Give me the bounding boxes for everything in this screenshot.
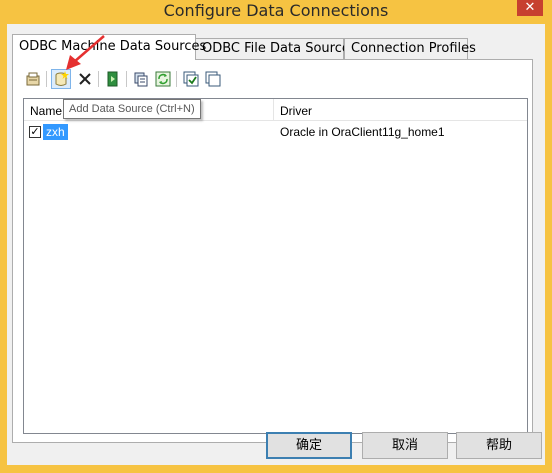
tab-connection-profiles[interactable]: Connection Profiles <box>344 38 476 59</box>
data-source-name[interactable]: zxh <box>43 124 68 140</box>
delete-icon <box>79 73 91 85</box>
toolbar-separator <box>98 71 99 87</box>
tooltip: Add Data Source (Ctrl+N) <box>63 99 201 119</box>
run-icon <box>107 71 118 87</box>
title-bar[interactable]: Configure Data Connections ✕ <box>0 0 552 24</box>
check-all-icon <box>183 71 199 87</box>
delete-button[interactable] <box>75 69 95 89</box>
refresh-icon <box>155 71 171 87</box>
column-header-driver[interactable]: Driver <box>280 104 312 118</box>
check-all-button[interactable] <box>181 69 201 89</box>
data-source-list: Name Driver ✓ zxh Oracle in OraClient11g… <box>23 98 528 434</box>
cancel-button[interactable]: 取消 <box>362 432 448 459</box>
dialog-window: Configure Data Connections ✕ ODBC Machin… <box>0 0 552 473</box>
ok-button[interactable]: 确定 <box>266 432 352 459</box>
toolbar-separator <box>126 71 127 87</box>
toolbar-separator <box>176 71 177 87</box>
toolbar <box>23 69 283 91</box>
toolbar-separator <box>46 71 47 87</box>
run-button[interactable] <box>103 69 123 89</box>
help-button[interactable]: 帮助 <box>456 432 542 459</box>
copy-button[interactable] <box>131 69 151 89</box>
column-header-name[interactable]: Name <box>30 104 62 118</box>
add-data-source-icon <box>55 71 69 86</box>
add-data-source-button[interactable] <box>51 69 71 89</box>
uncheck-all-button[interactable] <box>203 69 223 89</box>
tab-odbc-file-data-sources[interactable]: ODBC File Data Sources <box>195 38 357 59</box>
properties-icon <box>26 72 40 86</box>
tab-odbc-machine-data-sources[interactable]: ODBC Machine Data Sources <box>12 34 206 60</box>
close-button[interactable]: ✕ <box>517 0 543 16</box>
column-divider[interactable] <box>273 99 274 121</box>
properties-button[interactable] <box>23 69 43 89</box>
list-item[interactable]: ✓ zxh Oracle in OraClient11g_home1 <box>24 124 527 141</box>
dialog-body: ODBC Machine Data Sources ODBC File Data… <box>7 24 545 465</box>
row-checkbox[interactable]: ✓ <box>29 126 41 138</box>
window-title: Configure Data Connections <box>163 1 389 20</box>
data-source-driver: Oracle in OraClient11g_home1 <box>280 125 445 139</box>
refresh-button[interactable] <box>153 69 173 89</box>
copy-icon <box>134 72 148 87</box>
uncheck-all-icon <box>205 71 221 87</box>
